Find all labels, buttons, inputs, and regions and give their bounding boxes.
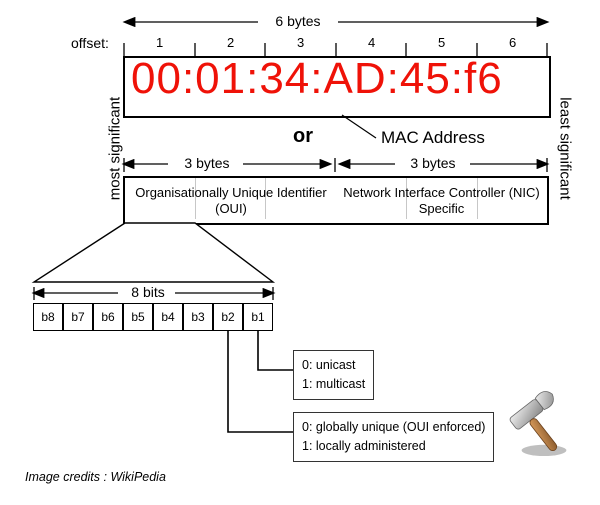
b2-meaning-box: 0: globally unique (OUI enforced) 1: loc…: [293, 412, 494, 462]
b2-one: 1: locally administered: [302, 437, 485, 456]
b1-zero: 0: unicast: [302, 356, 365, 375]
b1-one: 1: multicast: [302, 375, 365, 394]
b2-zero: 0: globally unique (OUI enforced): [302, 418, 485, 437]
hammer-icon: [500, 380, 580, 460]
image-credits: Image credits : WikiPedia: [25, 470, 166, 484]
b1-meaning-box: 0: unicast 1: multicast: [293, 350, 374, 400]
